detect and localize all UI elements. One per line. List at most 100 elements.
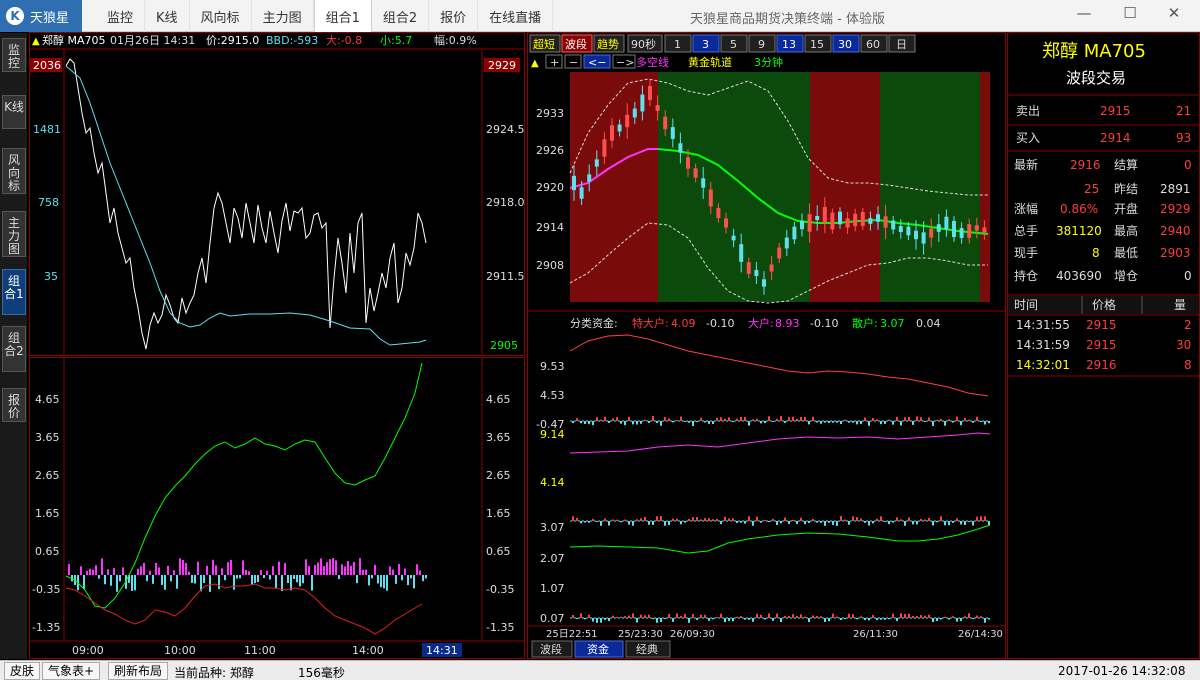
fund-bar <box>604 416 606 421</box>
ind-right-label-1: 3.65 <box>486 431 511 444</box>
scroll-right-icon: −> <box>616 56 634 69</box>
candle-body <box>724 218 728 228</box>
current-instrument: 当前品种: 郑醇 <box>174 666 254 680</box>
tab-live-stream[interactable]: 在线直播 <box>478 0 554 32</box>
fund-bar <box>764 618 766 620</box>
fund-bar <box>804 521 806 525</box>
flow-bar <box>95 565 97 575</box>
fund-bar <box>716 616 718 618</box>
fund-bar <box>948 521 950 526</box>
open-interest-label: 持仓 <box>1014 268 1038 283</box>
flow-bar <box>344 566 346 575</box>
weather-table-button[interactable]: 气象表+ <box>42 662 101 680</box>
flow-bar <box>134 575 136 591</box>
fund-bar <box>896 517 898 521</box>
fund-bar <box>612 615 614 618</box>
minimize-icon[interactable]: — <box>1072 4 1096 26</box>
period-3min-label: 3分钟 <box>754 55 783 69</box>
flow-bar <box>137 568 139 575</box>
candle-body <box>769 264 774 272</box>
fund-bar <box>840 618 842 620</box>
side-tab-wind-vane[interactable]: 风向标 <box>2 148 26 194</box>
left-axis-label-2: 758 <box>38 196 59 209</box>
fund-bar <box>864 521 866 523</box>
fund-bar <box>924 421 926 423</box>
side-tab-main-chart[interactable]: 主力图 <box>2 211 26 257</box>
flow-bar <box>308 566 310 575</box>
left-sidebar: 监控 K线 风向标 主力图 组合1 组合2 报价 <box>0 33 27 659</box>
right-axis-label-1: 2924.5 <box>486 123 524 136</box>
flow-bar <box>86 570 88 575</box>
fund-bar <box>976 516 978 521</box>
fund-bar <box>832 421 834 423</box>
close-icon[interactable]: ✕ <box>1162 4 1186 26</box>
fund-bar <box>972 421 974 423</box>
flow-bar <box>269 575 271 580</box>
fund-bar <box>944 421 946 426</box>
mode-btn-ultra-short-label: 超短 <box>533 37 555 51</box>
tick-1-price: 2915 <box>1086 338 1117 352</box>
fund-bar <box>916 416 918 421</box>
fund-extra-large-delta: -0.10 <box>706 317 734 330</box>
fund-bar <box>776 521 778 526</box>
fund-bar <box>664 417 666 421</box>
fund-bar <box>824 421 826 423</box>
flow-bar <box>80 566 82 575</box>
fund-bar <box>608 421 610 423</box>
skin-button[interactable]: 皮肤 <box>4 662 41 680</box>
triangle-marker-icon: ▲ <box>32 36 40 47</box>
candle-body <box>838 211 842 225</box>
candle-body <box>921 232 926 244</box>
fund-bar <box>796 616 798 618</box>
period-btn-day-label: 日 <box>896 38 907 51</box>
fund-bar <box>624 519 626 521</box>
maximize-icon[interactable]: ☐ <box>1118 4 1142 26</box>
flow-bar <box>284 563 286 575</box>
refresh-layout-button[interactable]: 刷新布局 <box>108 662 169 680</box>
fund-bar <box>816 521 818 523</box>
fund-bar <box>704 421 706 423</box>
flow-bar <box>161 575 163 585</box>
app-logo[interactable]: K 天狼星 <box>0 0 82 32</box>
fund-bar <box>820 616 822 618</box>
side-tab-combo-1[interactable]: 组合1 <box>2 269 26 315</box>
tab-quotes[interactable]: 报价 <box>429 0 479 32</box>
ind-left-label-5: -0.35 <box>32 583 60 596</box>
fund-bar <box>656 421 658 423</box>
zoom-in-icon: + <box>550 56 559 69</box>
fund-bar <box>936 618 938 622</box>
fund-bar <box>760 421 762 424</box>
candle-body <box>572 175 576 191</box>
tab-wind-vane[interactable]: 风向标 <box>190 0 252 32</box>
bottom-tab-swing-label: 波段 <box>540 642 562 656</box>
change-value: 25 <box>1084 182 1099 196</box>
candle-body <box>800 220 804 230</box>
candle-body <box>952 220 956 238</box>
fund-bar <box>896 618 898 622</box>
tab-combo-2[interactable]: 组合2 <box>372 0 430 32</box>
tab-main-chart[interactable]: 主力图 <box>252 0 314 32</box>
tab-kline[interactable]: K线 <box>145 0 190 32</box>
side-tab-kline[interactable]: K线 <box>2 95 26 129</box>
side-tab-combo-2[interactable]: 组合2 <box>2 326 26 372</box>
fund-bar <box>928 614 930 618</box>
fund-bar <box>968 419 970 421</box>
flow-bar <box>197 561 199 575</box>
tab-combo-1[interactable]: 组合1 <box>313 0 372 32</box>
side-tab-quotes[interactable]: 报价 <box>2 388 26 422</box>
fund-bar <box>776 418 778 421</box>
fund-bar <box>740 521 742 523</box>
left-axis-label-1: 1481 <box>33 123 61 136</box>
tab-monitor[interactable]: 监控 <box>96 0 146 32</box>
quote-title: 郑醇 MA705 <box>1042 41 1146 62</box>
fund-extra-large-value: 4.09 <box>671 317 696 330</box>
side-tab-monitor[interactable]: 监控 <box>2 38 26 72</box>
fund-axis-label-3: 9.14 <box>540 428 565 441</box>
fund-bar <box>712 618 714 620</box>
fund-bar <box>860 616 862 618</box>
ind-left-label-4: 0.65 <box>35 545 60 558</box>
fund-bar <box>656 516 658 521</box>
fund-bar <box>916 616 918 618</box>
fund-bar <box>744 521 746 524</box>
flow-bar <box>425 575 427 579</box>
